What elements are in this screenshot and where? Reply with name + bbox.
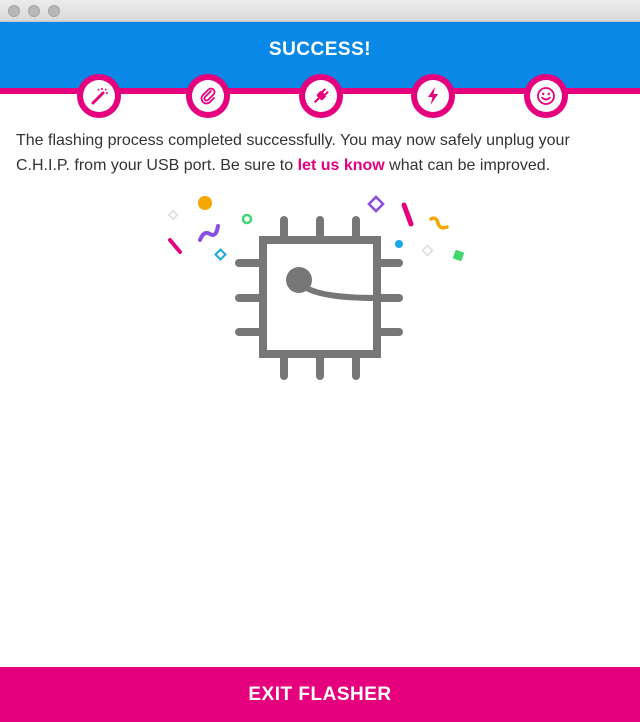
zoom-window-button[interactable]	[48, 5, 60, 17]
step-connect	[299, 74, 343, 118]
lightning-icon	[428, 87, 438, 105]
close-window-button[interactable]	[8, 5, 20, 17]
chip-icon	[235, 216, 403, 380]
feedback-link[interactable]: let us know	[298, 157, 385, 174]
step-success	[524, 74, 568, 118]
step-prepare	[77, 74, 121, 118]
chip-dot	[286, 267, 312, 293]
paperclip-icon	[200, 87, 216, 105]
message-text-2: what can be improved.	[384, 157, 551, 174]
step-flash	[411, 74, 455, 118]
window-titlebar	[0, 0, 640, 22]
success-message: The flashing process completed successfu…	[16, 128, 624, 178]
plug-icon	[313, 88, 329, 104]
page-title: SUCCESS!	[268, 39, 372, 60]
chip-celebration-illustration	[167, 195, 465, 380]
smiley-icon	[537, 87, 555, 105]
step-attach	[186, 74, 230, 118]
exit-flasher-button[interactable]: EXIT FLASHER	[0, 667, 640, 722]
magic-wand-icon	[91, 88, 108, 105]
minimize-window-button[interactable]	[28, 5, 40, 17]
